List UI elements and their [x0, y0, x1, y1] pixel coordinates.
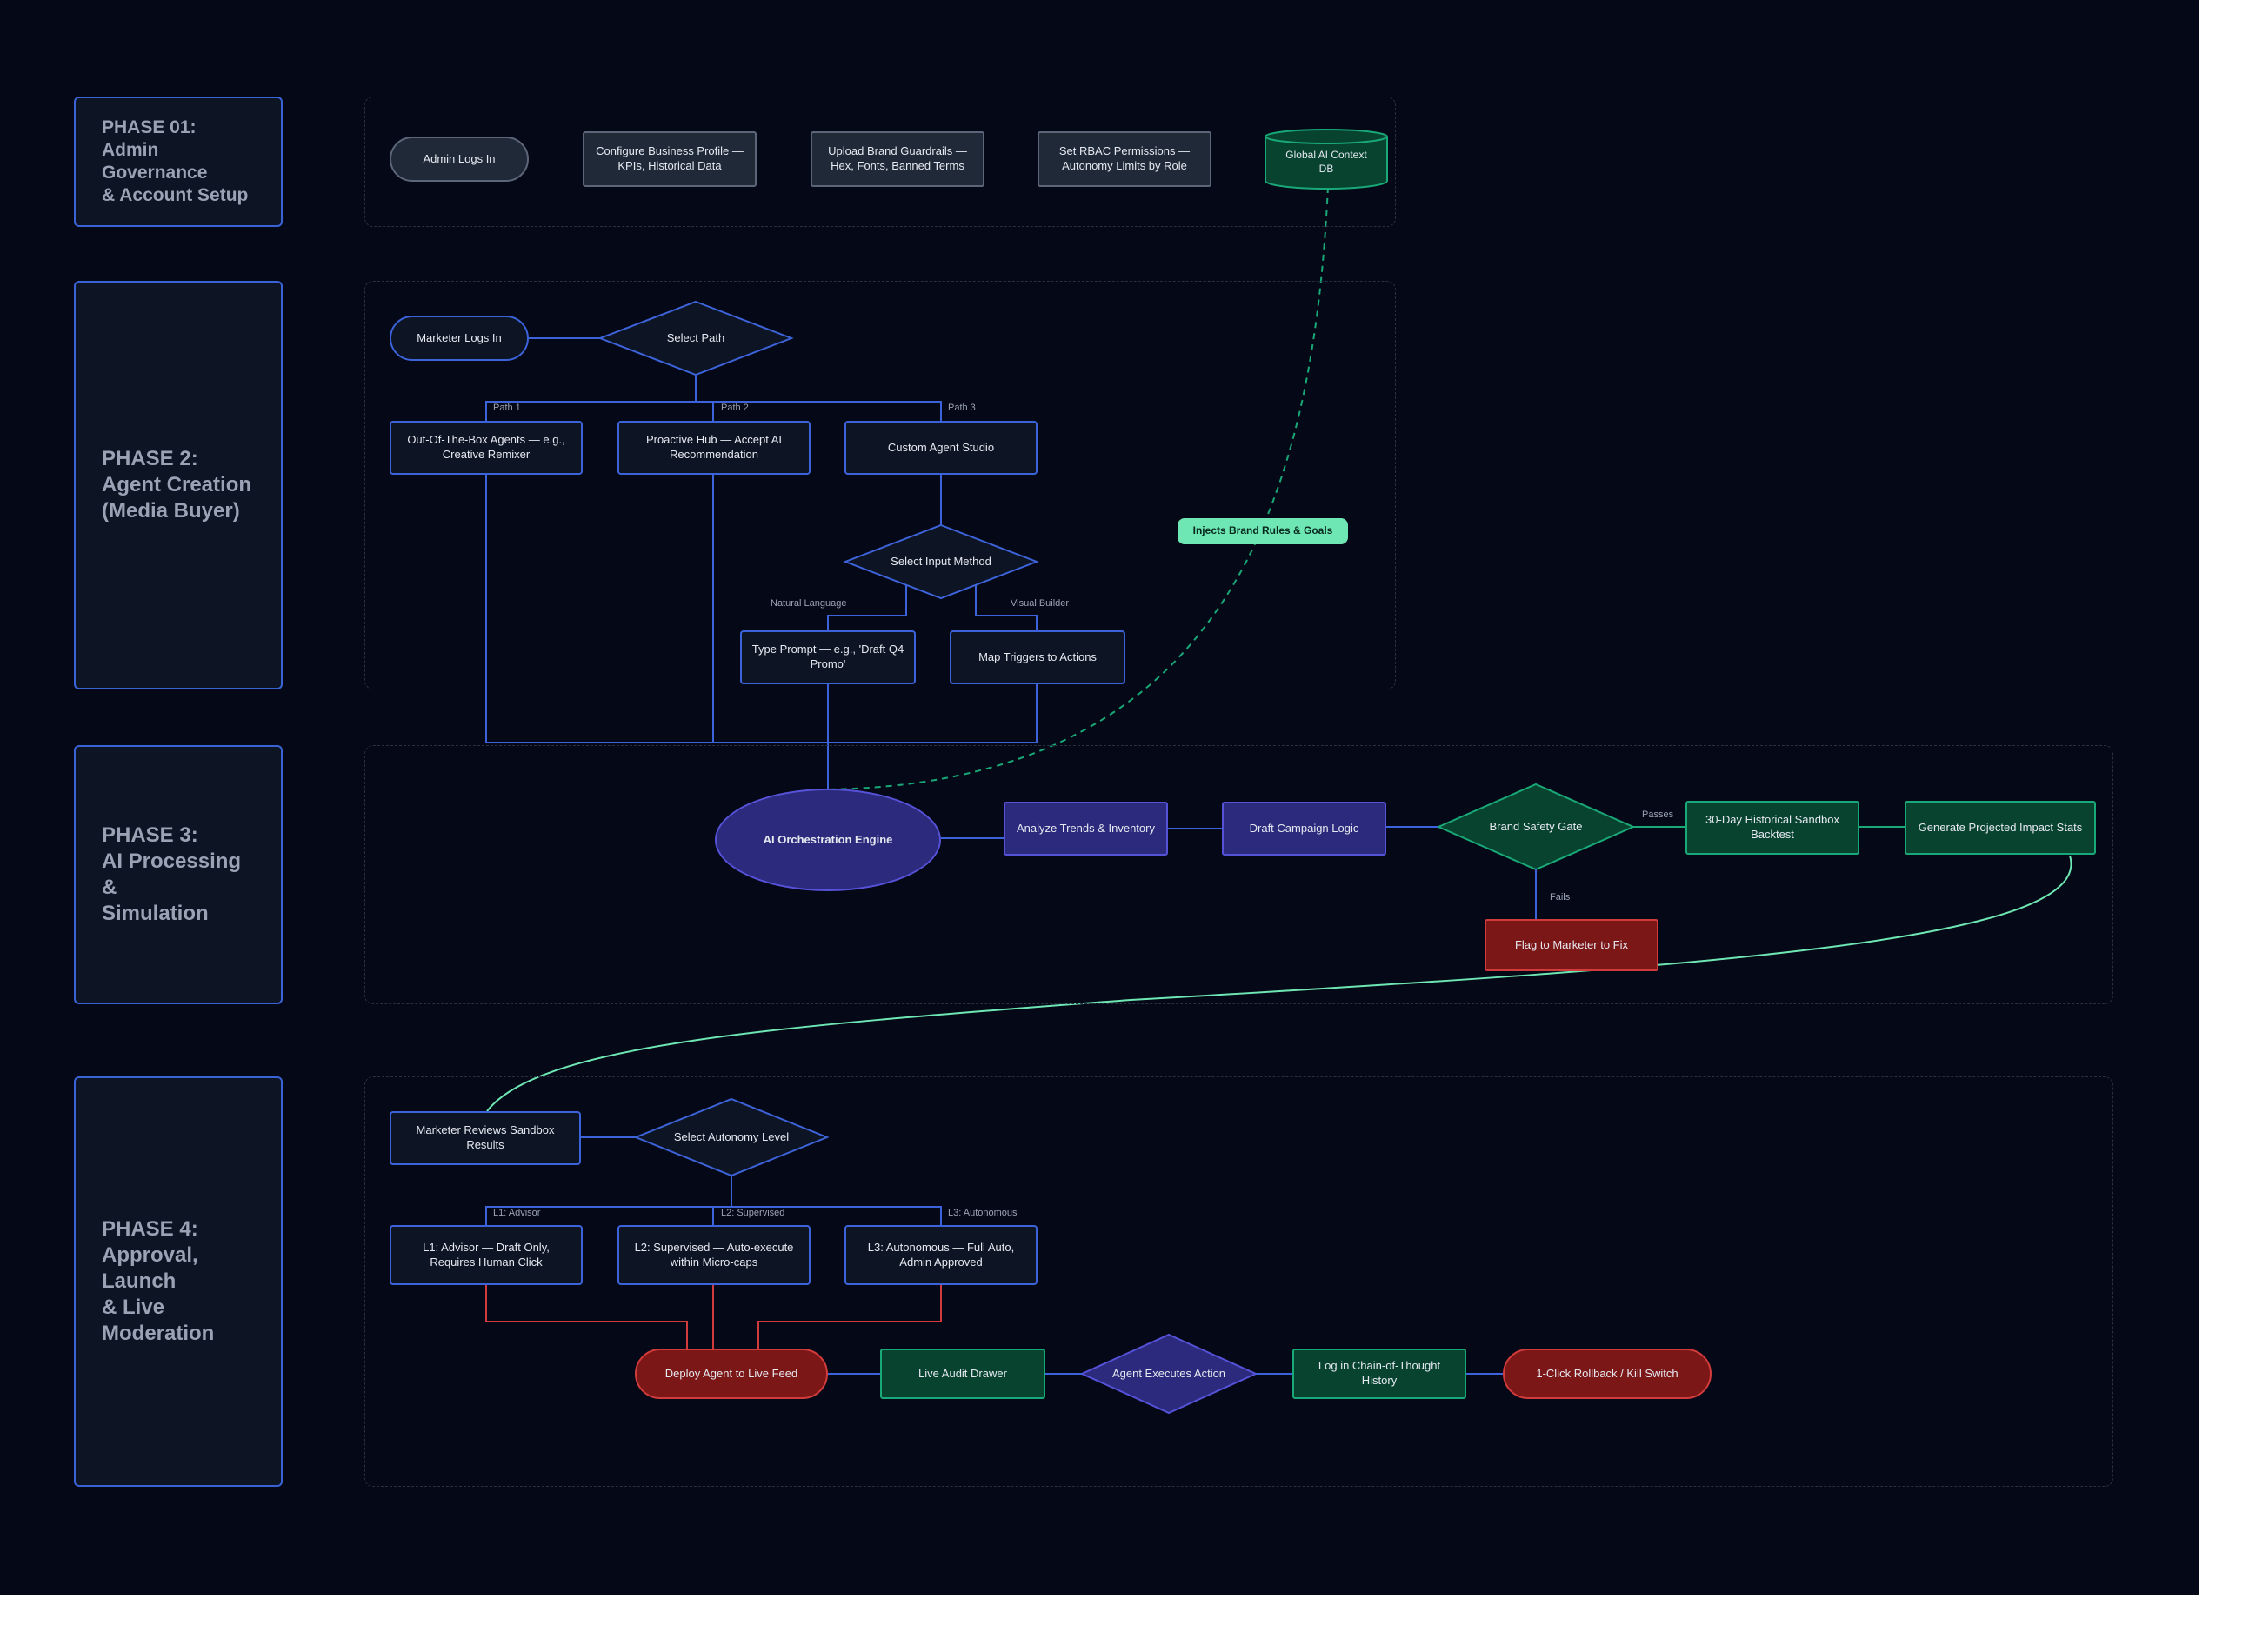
deploy-agent-node[interactable]: Deploy Agent to Live Feed	[635, 1349, 828, 1399]
analyze-trends-node[interactable]: Analyze Trends & Inventory	[1004, 802, 1168, 856]
custom-studio-node[interactable]: Custom Agent Studio	[844, 421, 1038, 475]
inject-rules-tag: Injects Brand Rules & Goals	[1178, 518, 1348, 544]
config-profile-node[interactable]: Configure Business Profile — KPIs, Histo…	[583, 131, 757, 187]
l2-supervised-node[interactable]: L2: Supervised — Auto-execute within Mic…	[617, 1225, 811, 1285]
flowchart-canvas: PHASE 01: Admin Governance & Account Set…	[0, 0, 2199, 1595]
agent-executes-label: Agent Executes Action	[1111, 1366, 1226, 1380]
phase-1-label: PHASE 01: Admin Governance & Account Set…	[74, 97, 283, 227]
edge-label-l1: L1: Advisor	[493, 1208, 541, 1218]
lane-phase-3	[364, 745, 2113, 1004]
upload-brand-node[interactable]: Upload Brand Guardrails — Hex, Fonts, Ba…	[811, 131, 984, 187]
rollback-node[interactable]: 1-Click Rollback / Kill Switch	[1503, 1349, 1712, 1399]
ootb-agents-node[interactable]: Out-Of-The-Box Agents — e.g., Creative R…	[390, 421, 583, 475]
sandbox-backtest-node[interactable]: 30-Day Historical Sandbox Backtest	[1685, 801, 1859, 855]
l1-advisor-node[interactable]: L1: Advisor — Draft Only, Requires Human…	[390, 1225, 583, 1285]
global-db-node[interactable]: Global AI Context DB	[1265, 129, 1388, 190]
global-db-label: Global AI Context DB	[1285, 149, 1367, 175]
select-input-label: Select Input Method	[891, 554, 991, 568]
map-triggers-node[interactable]: Map Triggers to Actions	[950, 630, 1125, 684]
phase-3-label: PHASE 3: AI Processing & Simulation	[74, 745, 283, 1004]
edge-label-natural-language: Natural Language	[771, 598, 847, 609]
type-prompt-node[interactable]: Type Prompt — e.g., 'Draft Q4 Promo'	[740, 630, 916, 684]
admin-login-node[interactable]: Admin Logs In	[390, 137, 529, 182]
phase-2-label: PHASE 2: Agent Creation (Media Buyer)	[74, 281, 283, 689]
review-sandbox-node[interactable]: Marketer Reviews Sandbox Results	[390, 1111, 581, 1165]
ai-engine-node[interactable]: AI Orchestration Engine	[715, 789, 941, 891]
edge-label-path3: Path 3	[948, 403, 976, 413]
edge-label-l3: L3: Autonomous	[948, 1208, 1018, 1218]
select-path-label: Select Path	[666, 330, 725, 344]
l3-autonomous-node[interactable]: L3: Autonomous — Full Auto, Admin Approv…	[844, 1225, 1038, 1285]
flag-marketer-node[interactable]: Flag to Marketer to Fix	[1485, 919, 1658, 971]
set-rbac-node[interactable]: Set RBAC Permissions — Autonomy Limits b…	[1038, 131, 1211, 187]
draft-logic-node[interactable]: Draft Campaign Logic	[1222, 802, 1386, 856]
proactive-hub-node[interactable]: Proactive Hub — Accept AI Recommendation	[617, 421, 811, 475]
audit-drawer-node[interactable]: Live Audit Drawer	[880, 1349, 1045, 1399]
edge-label-path1: Path 1	[493, 403, 521, 413]
select-autonomy-label: Select Autonomy Level	[673, 1129, 790, 1143]
brand-gate-label: Brand Safety Gate	[1489, 819, 1583, 833]
phase-4-label: PHASE 4: Approval, Launch & Live Moderat…	[74, 1076, 283, 1487]
edge-label-l2: L2: Supervised	[721, 1208, 785, 1218]
log-history-node[interactable]: Log in Chain-of-Thought History	[1292, 1349, 1466, 1399]
edge-label-path2: Path 2	[721, 403, 749, 413]
edge-label-visual-builder: Visual Builder	[1011, 598, 1070, 609]
edge-label-passes: Passes	[1642, 809, 1674, 820]
edge-label-fails: Fails	[1550, 892, 1571, 903]
marketer-login-node[interactable]: Marketer Logs In	[390, 316, 529, 361]
impact-stats-node[interactable]: Generate Projected Impact Stats	[1905, 801, 2096, 855]
